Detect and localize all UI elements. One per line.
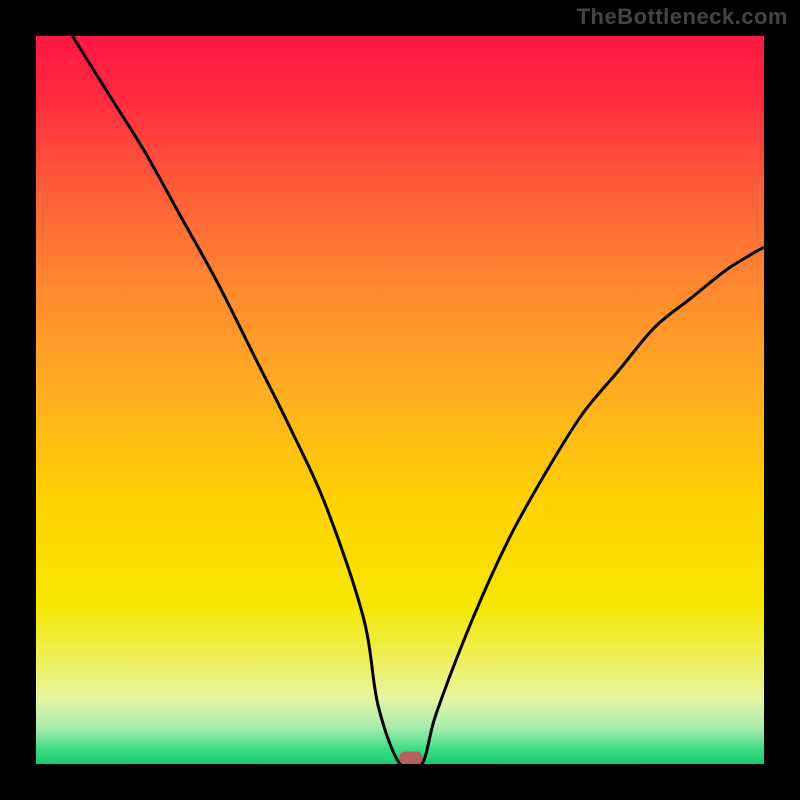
plot-svg [36,36,764,764]
watermark-text: TheBottleneck.com [577,4,788,30]
gradient-background [36,36,764,764]
chart-frame: TheBottleneck.com [0,0,800,800]
marker-pill [400,752,422,764]
plot-area [36,36,764,764]
